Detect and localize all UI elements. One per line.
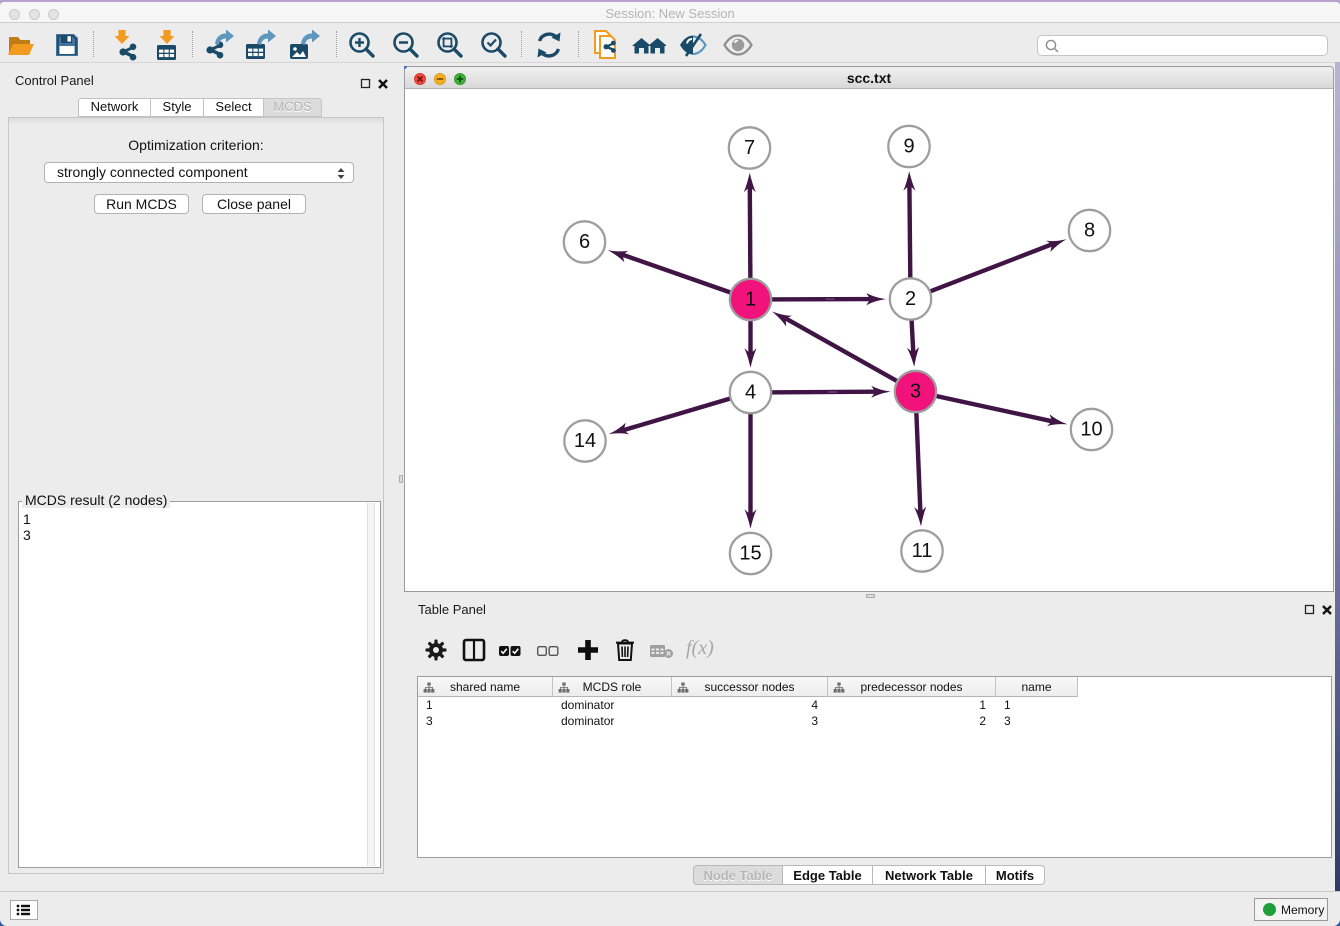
svg-text:8: 8 [1084, 220, 1095, 242]
svg-text:10: 10 [1080, 419, 1102, 441]
svg-text:3: 3 [910, 381, 921, 403]
svg-text:15: 15 [739, 543, 761, 565]
svg-text:2: 2 [905, 288, 916, 310]
svg-text:7: 7 [744, 137, 755, 159]
svg-text:4: 4 [745, 382, 756, 404]
svg-text:11: 11 [912, 540, 933, 562]
svg-text:14: 14 [574, 430, 596, 452]
svg-text:1: 1 [745, 289, 756, 311]
svg-text:6: 6 [579, 231, 590, 253]
svg-text:9: 9 [903, 136, 914, 158]
